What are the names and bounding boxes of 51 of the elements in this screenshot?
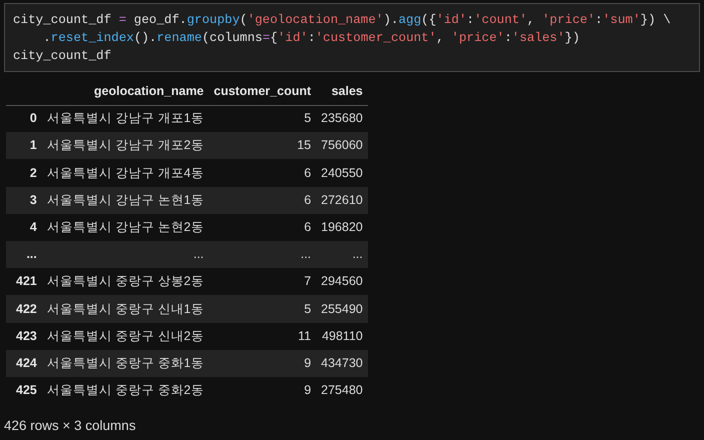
table-cell: 서울특별시 강남구 개포1동 bbox=[42, 105, 209, 132]
table-cell: 15 bbox=[208, 132, 316, 160]
table-cell: 서울특별시 중랑구 상봉2동 bbox=[42, 268, 209, 296]
row-index: 422 bbox=[6, 295, 42, 322]
code-line: .reset_index().rename(columns={'id':'customer_count', 'price':'sales'}) bbox=[42, 30, 581, 47]
table-cell: ... bbox=[42, 240, 209, 268]
table-cell: 434730 bbox=[316, 350, 368, 377]
table-cell: 서울특별시 중랑구 중화1동 bbox=[42, 350, 209, 377]
table-cell: 11 bbox=[208, 322, 316, 350]
table-cell-text: 240550 bbox=[320, 164, 364, 182]
row-index: 423 bbox=[6, 322, 42, 350]
table-cell: 255490 bbox=[316, 295, 368, 322]
table-cell: 서울특별시 강남구 논현2동 bbox=[42, 214, 209, 241]
table-cell: 756060 bbox=[316, 132, 368, 160]
table-cell-text: 6 bbox=[303, 164, 312, 182]
row-index: 421 bbox=[6, 268, 42, 296]
table-cell: 서울특별시 중랑구 중화2동 bbox=[42, 376, 209, 404]
table-cell: ... bbox=[208, 240, 316, 268]
row-index: 425 bbox=[6, 376, 42, 404]
shape-text: 426 rows × 3 columns bbox=[4, 417, 137, 436]
table-cell: 6 bbox=[208, 214, 316, 241]
table-cell: 서울특별시 강남구 개포2동 bbox=[42, 132, 209, 160]
table-cell: 서울특별시 중랑구 신내1동 bbox=[42, 295, 209, 322]
row-index: 4 bbox=[6, 214, 42, 241]
table-cell: 9 bbox=[208, 376, 316, 404]
column-header: geolocation_name bbox=[42, 79, 209, 105]
table-cell: 7 bbox=[208, 268, 316, 296]
table-cell: 272610 bbox=[316, 186, 368, 214]
table-cell: ... bbox=[316, 240, 368, 268]
table-cell: 서울특별시 중랑구 신내2동 bbox=[42, 322, 209, 350]
row-index: 0 bbox=[6, 105, 42, 132]
table-cell: 9 bbox=[208, 350, 316, 377]
table-cell: 5 bbox=[208, 295, 316, 322]
row-index: 2 bbox=[28, 164, 38, 182]
code-line: city_count_df bbox=[13, 48, 112, 65]
table-cell: 서울특별시 강남구 논현1동 bbox=[42, 186, 209, 214]
row-index: 424 bbox=[6, 350, 42, 377]
row-index: 1 bbox=[6, 132, 42, 160]
table-cell: 235680 bbox=[316, 105, 368, 132]
table-cell: 5 bbox=[208, 105, 316, 132]
code-line: city_count_df = geo_df.groupby('geolocation_name').agg({'id':'count', 'price':'sum'}) \ bbox=[13, 12, 672, 29]
table-cell: 498110 bbox=[316, 322, 368, 350]
table-cell: 275480 bbox=[316, 376, 368, 404]
column-header: customer_count bbox=[208, 79, 316, 105]
table-cell-text: 서울특별시 강남구 개포4동 bbox=[46, 164, 205, 182]
row-index: ... bbox=[6, 240, 42, 268]
table-cell: 294560 bbox=[316, 268, 368, 296]
row-index: 3 bbox=[6, 186, 42, 214]
table-cell: 196820 bbox=[316, 214, 368, 241]
table-cell: 6 bbox=[208, 186, 316, 214]
column-header: sales bbox=[316, 79, 368, 105]
